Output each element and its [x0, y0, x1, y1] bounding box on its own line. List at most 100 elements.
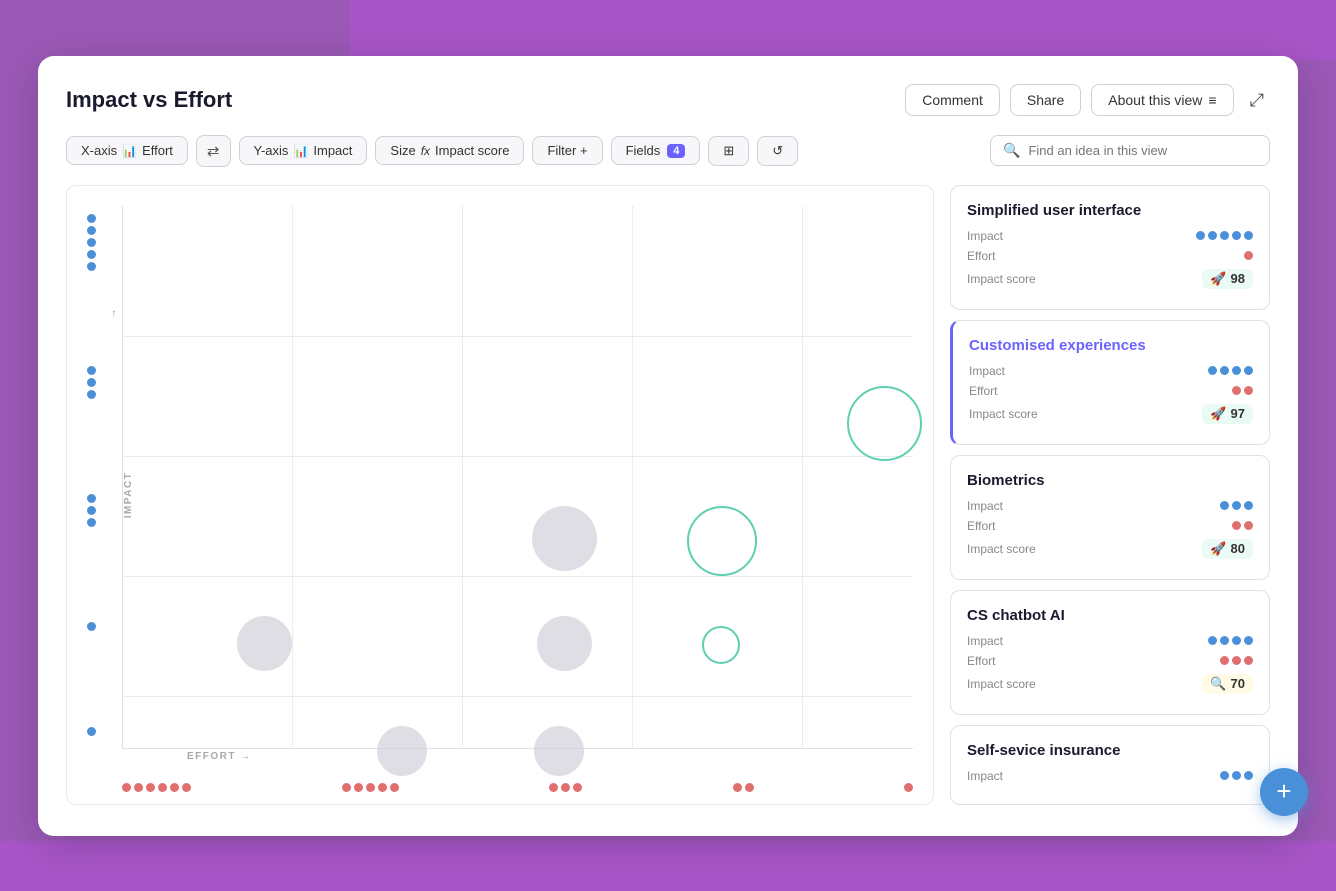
yaxis-button[interactable]: Y-axis 📊 Impact — [239, 136, 368, 165]
blue-dot — [87, 727, 96, 736]
size-label: Size — [390, 143, 415, 158]
blue-dot — [87, 622, 96, 631]
impact-label: Impact — [967, 229, 1047, 243]
blue-dot — [87, 506, 96, 515]
effort-dots-card-4 — [1220, 656, 1253, 665]
blue-dot — [87, 238, 96, 247]
grid-line-h2 — [122, 456, 913, 457]
xaxis-label: X-axis — [81, 143, 117, 158]
fx-icon: fx — [421, 144, 430, 158]
about-view-button[interactable]: About this view ≡ — [1091, 84, 1233, 116]
effort-label-2: Effort — [969, 384, 1049, 398]
grid-line-h3 — [122, 576, 913, 577]
bubble-green-2[interactable] — [687, 506, 757, 576]
effort-dots-card-1 — [1244, 251, 1253, 260]
search-icon: 🔍 — [1003, 142, 1020, 159]
bubble-gray-3[interactable] — [532, 506, 597, 571]
grid-line-v4 — [802, 206, 803, 749]
card-self-service[interactable]: Self-sevice insurance Impact — [950, 725, 1270, 805]
y-axis-arrow: ↑ — [111, 306, 117, 320]
bubble-gray-4[interactable] — [537, 616, 592, 671]
card-simplified-ui[interactable]: Simplified user interface Impact Effort — [950, 185, 1270, 310]
dots-column — [81, 206, 101, 744]
coral-dot — [745, 783, 754, 792]
comment-button[interactable]: Comment — [905, 84, 1000, 116]
bubble-green-3[interactable] — [702, 626, 740, 664]
card-chatbot-ai[interactable]: CS chatbot AI Impact Effort — [950, 590, 1270, 715]
card-row-impact-2: Impact — [969, 364, 1253, 378]
coral-dot — [390, 783, 399, 792]
main-card: Impact vs Effort Comment Share About thi… — [38, 56, 1298, 836]
bar-chart-icon: 📊 — [122, 144, 137, 158]
effort-label-3: Effort — [967, 519, 1047, 533]
page-title: Impact vs Effort — [66, 87, 232, 113]
impact-label-2: Impact — [969, 364, 1049, 378]
search-input[interactable] — [1028, 143, 1257, 158]
effort-dots-1 — [122, 783, 191, 792]
card-row-effort-2: Effort — [969, 384, 1253, 398]
effort-label-4: Effort — [967, 654, 1047, 668]
bubble-gray-1[interactable] — [237, 616, 292, 671]
grid-line-h4 — [122, 696, 913, 697]
group-icon: ⊞ — [723, 143, 734, 159]
bubble-gray-5[interactable] — [534, 726, 584, 776]
score-badge-4: 🔍 70 — [1202, 674, 1253, 694]
xaxis-button[interactable]: X-axis 📊 Effort — [66, 136, 188, 165]
coral-dot — [354, 783, 363, 792]
card-customised-exp[interactable]: Customised experiences Impact Effort — [950, 320, 1270, 445]
grid-line-v1 — [292, 206, 293, 749]
score-icon-3: 🚀 — [1210, 541, 1226, 557]
score-icon-1: 🚀 — [1210, 271, 1226, 287]
score-label-2: Impact score — [969, 407, 1049, 421]
search-box: 🔍 — [990, 135, 1270, 166]
effort-dots-card-3 — [1232, 521, 1253, 530]
bubble-green-1[interactable] — [847, 386, 922, 461]
effort-dots-3 — [549, 783, 582, 792]
size-value: Impact score — [435, 143, 509, 158]
right-panel: Simplified user interface Impact Effort — [950, 185, 1270, 805]
fields-button[interactable]: Fields 4 — [611, 136, 701, 165]
share-button[interactable]: Share — [1010, 84, 1081, 116]
chart-vline — [122, 206, 123, 749]
dot-group-5 — [87, 727, 96, 736]
header-row: Impact vs Effort Comment Share About thi… — [66, 84, 1270, 117]
sort-icon: ↺ — [772, 143, 783, 159]
group-button[interactable]: ⊞ — [708, 136, 749, 166]
blue-dot — [87, 494, 96, 503]
effort-dots-4 — [733, 783, 754, 792]
chart-area: ↑ IMPACT EFFORT → — [66, 185, 934, 805]
coral-dot — [549, 783, 558, 792]
grid-line-v2 — [462, 206, 463, 749]
blue-dot — [87, 378, 96, 387]
blue-dot — [87, 366, 96, 375]
blue-dot — [87, 214, 96, 223]
card-title-2: Customised experiences — [969, 337, 1253, 354]
dot-group-2 — [87, 366, 96, 399]
y-axis-label: IMPACT — [123, 471, 134, 518]
filter-button[interactable]: Filter + — [532, 136, 602, 165]
fields-label: Fields — [626, 143, 661, 158]
score-icon-2: 🚀 — [1210, 406, 1226, 422]
size-button[interactable]: Size fx Impact score — [375, 136, 524, 165]
bar-chart-icon2: 📊 — [293, 144, 308, 158]
swap-button[interactable]: ⇄ — [196, 135, 231, 167]
coral-dot — [146, 783, 155, 792]
coral-dot — [733, 783, 742, 792]
card-title-1: Simplified user interface — [967, 202, 1253, 219]
effort-dots-2 — [342, 783, 399, 792]
coral-dot — [378, 783, 387, 792]
score-label-3: Impact score — [967, 542, 1047, 556]
effort-dots-row — [122, 783, 913, 792]
coral-dot — [170, 783, 179, 792]
grid-line-v3 — [632, 206, 633, 749]
score-label-4: Impact score — [967, 677, 1047, 691]
expand-button[interactable]: ⤢ — [1244, 84, 1270, 117]
coral-dot — [904, 783, 913, 792]
blue-dot — [87, 226, 96, 235]
coral-dot — [366, 783, 375, 792]
card-biometrics[interactable]: Biometrics Impact Effort — [950, 455, 1270, 580]
chart-hline — [122, 748, 913, 749]
bubble-gray-2[interactable] — [377, 726, 427, 776]
sort-button[interactable]: ↺ — [757, 136, 798, 166]
dot-group-3 — [87, 494, 96, 527]
